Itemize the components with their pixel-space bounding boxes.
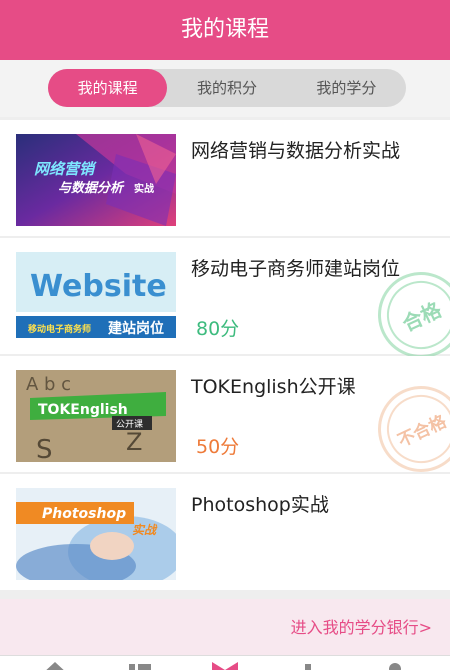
course-item[interactable]: A b c S Z TOKEnglish 公开课 TOKEnglish公开课 5… <box>0 356 450 487</box>
home-icon[interactable] <box>40 660 70 670</box>
stamp-label: 不合格 <box>394 411 450 452</box>
thumb-text: Photoshop <box>42 506 126 522</box>
money-icon[interactable] <box>293 660 323 670</box>
thumb-text: 实战 <box>132 523 158 537</box>
course-title: 移动电子商务师建站岗位 <box>191 258 401 280</box>
course-thumbnail: Photoshop 实战 <box>16 488 176 580</box>
credit-bank-link[interactable]: 进入我的学分银行> <box>0 599 450 655</box>
thumb-text: 实战 <box>134 182 154 195</box>
user-icon[interactable] <box>380 660 410 670</box>
tab-switcher-bar: 我的课程 我的积分 我的学分 <box>0 60 450 117</box>
thumb-text: 公开课 <box>116 419 143 430</box>
course-title: TOKEnglish公开课 <box>191 376 356 398</box>
course-item[interactable]: 网络营销 与数据分析 实战 网络营销与数据分析实战 <box>0 120 450 236</box>
tab-my-points[interactable]: 我的积分 <box>167 69 286 107</box>
course-list: 网络营销 与数据分析 实战 网络营销与数据分析实战 Website 移动电子商务… <box>0 120 450 592</box>
segmented-control: 我的课程 我的积分 我的学分 <box>48 69 406 107</box>
list-icon[interactable] <box>125 660 155 670</box>
page-title: 我的课程 <box>180 17 269 42</box>
course-title: Photoshop实战 <box>191 494 329 516</box>
svg-text:Z: Z <box>126 428 142 456</box>
course-thumbnail: 网络营销 与数据分析 实战 <box>16 134 176 226</box>
svg-text:S: S <box>36 435 53 462</box>
tab-my-credits[interactable]: 我的学分 <box>287 69 406 107</box>
tab-my-courses[interactable]: 我的课程 <box>48 69 168 107</box>
thumb-text: 移动电子商务师 <box>28 323 91 335</box>
fail-stamp: 不合格 <box>363 371 450 487</box>
course-thumbnail: A b c S Z TOKEnglish 公开课 <box>16 370 176 462</box>
svg-text:A b c: A b c <box>26 374 71 395</box>
course-thumbnail: Website 移动电子商务师 建站岗位 <box>16 252 176 344</box>
thumb-text: TOKEnglish <box>38 402 128 418</box>
thumb-text: Website <box>30 269 167 304</box>
stamp-label: 合格 <box>398 297 445 336</box>
thumb-text: 网络营销 <box>34 160 97 178</box>
course-score: 50分 <box>196 436 240 458</box>
course-score: 80分 <box>196 318 240 340</box>
course-title: 网络营销与数据分析实战 <box>191 140 401 162</box>
course-item[interactable]: Website 移动电子商务师 建站岗位 移动电子商务师建站岗位 80分 合格 <box>0 238 450 373</box>
thumb-text: 建站岗位 <box>108 320 164 337</box>
bottom-tab-bar <box>0 655 450 670</box>
course-item[interactable]: Photoshop 实战 Photoshop实战 <box>0 474 450 590</box>
thumb-text: 与数据分析 <box>58 180 125 196</box>
page-header: 我的课程 <box>0 0 450 60</box>
bookmark-icon[interactable] <box>210 660 240 670</box>
